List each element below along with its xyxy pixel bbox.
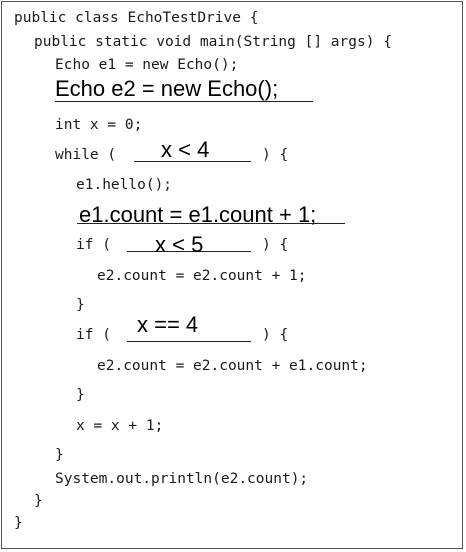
code-line-main-close-brace: } <box>34 493 43 509</box>
blank-underline-e1-count <box>77 223 345 224</box>
code-line-x-increment: x = x + 1; <box>76 418 164 434</box>
code-line-if-first-open: if ( <box>76 237 111 253</box>
code-line-if-second-close: ) { <box>262 327 289 343</box>
code-line-while-open: while ( <box>55 147 117 163</box>
code-line-if-second-open: if ( <box>76 327 111 343</box>
code-line-if-first-close-brace: } <box>76 297 85 313</box>
code-line-if-first-close: ) { <box>262 237 289 253</box>
code-line-main-method: public static void main(String [] args) … <box>34 34 392 50</box>
code-line-e1-hello: e1.hello(); <box>76 177 173 193</box>
code-line-if-second-close-brace: } <box>76 387 85 403</box>
blank-answer-echo-e2: Echo e2 = new Echo(); <box>55 76 279 101</box>
blank-underline-if-second <box>127 341 251 342</box>
code-line-int-x: int x = 0; <box>55 117 143 133</box>
code-line-println: System.out.println(e2.count); <box>55 471 309 487</box>
blank-underline-echo-e2 <box>55 101 313 102</box>
code-line-while-close: ) { <box>262 147 289 163</box>
blank-answer-if-second: x == 4 <box>137 312 199 337</box>
code-line-class-close-brace: } <box>14 515 23 531</box>
blank-answer-while-condition: x < 4 <box>161 137 210 162</box>
code-line-while-close-brace: } <box>55 447 64 463</box>
code-line-class-declaration: public class EchoTestDrive { <box>14 10 259 26</box>
code-line-e2-count-increment: e2.count = e2.count + 1; <box>97 268 307 284</box>
blank-answer-if-first: x < 5 <box>155 232 204 257</box>
code-line-echo-e1: Echo e1 = new Echo(); <box>55 57 239 73</box>
code-line-e2-count-add: e2.count = e2.count + e1.count; <box>97 358 368 374</box>
